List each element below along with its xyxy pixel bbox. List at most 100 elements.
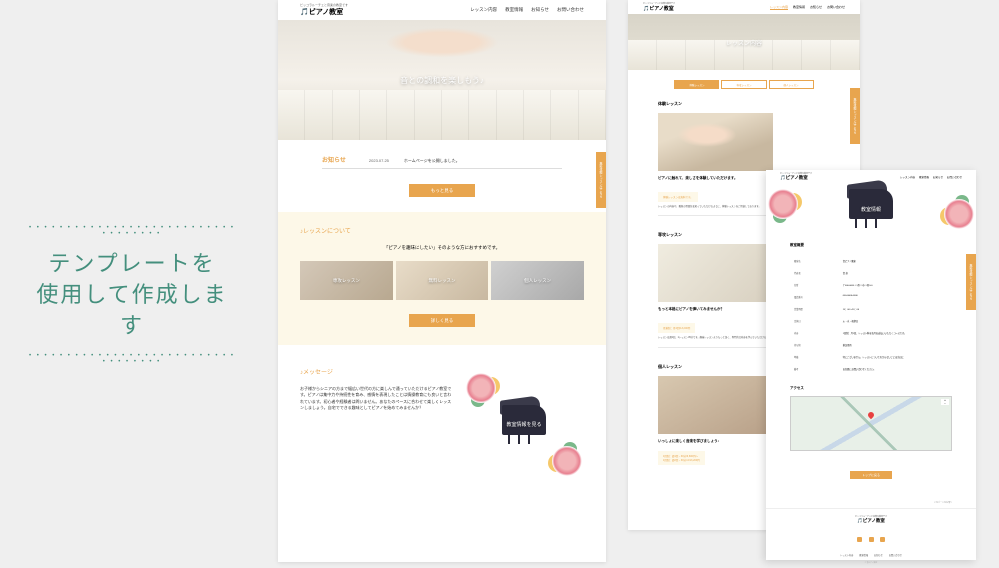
logo-main: 🎵ピアノ教室 <box>780 175 812 181</box>
lesson-card-2[interactable]: 無料レッスン <box>396 261 489 300</box>
news-row[interactable]: お知らせ 2023.07.25 ホームページを公開しました。 <box>322 155 562 169</box>
map-pin-icon <box>867 411 875 419</box>
tab-personal[interactable]: 個人レッスン <box>769 80 814 89</box>
nav-class[interactable]: 教室情報 <box>793 5 805 10</box>
lesson-card-3[interactable]: 個人レッスン <box>491 261 584 300</box>
overview-table: 教室名音ピアノ教室代表者音 奈住所〒000-0000 ○○県○○市○○町0-0電… <box>790 254 952 376</box>
personal-image <box>658 376 773 434</box>
side-cta-tab[interactable]: 無料体験レッスンはこちら <box>850 88 860 144</box>
tab-major[interactable]: 専攻レッスン <box>721 80 766 89</box>
news-label: お知らせ <box>322 155 346 164</box>
back-to-top-button[interactable]: トップに戻る <box>850 471 892 479</box>
personal-fee1: 1回制：週1回・30分/6,600円〜 1回制：週2回・30分×2/13,200… <box>658 451 705 465</box>
template-caption: • • • • • • • • • • • • • • • • • • • • … <box>27 225 237 365</box>
site-logo[interactable]: ピッコラルーチェと音楽の教室です 🎵ピアノ教室 <box>300 3 348 17</box>
access-map[interactable]: +− <box>790 396 952 451</box>
table-row: 内容1回制：月1回、レッスン料を毎月お支払いいただくコースです。 <box>792 328 950 338</box>
footer-nav-item[interactable]: レッスン内容 <box>840 553 853 557</box>
logo-main: 🎵ピアノ教室 <box>766 518 976 524</box>
lesson-title: ♪レッスンについて <box>300 226 584 235</box>
lesson-cards: 専攻レッスン 無料レッスン 個人レッスン <box>300 261 584 300</box>
nav-class[interactable]: 教室情報 <box>505 7 523 13</box>
table-row: 備考お気軽にお問い合わせください。 <box>792 364 950 374</box>
preview-homepage: ピッコラルーチェと音楽の教室です 🎵ピアノ教室 レッスン内容 教室情報 お知らせ… <box>278 0 606 562</box>
nav-contact[interactable]: お問い合わせ <box>947 175 962 179</box>
hero-catchphrase: 音との調和を楽しもう♪ <box>400 75 484 86</box>
hero-image: 音との調和を楽しもう♪ <box>278 20 606 140</box>
nav-lesson[interactable]: レッスン内容 <box>470 7 497 13</box>
apply-row: トップに戻る <box>790 463 952 481</box>
table-row: 営業時間10：00〜20：00 <box>792 304 950 314</box>
section-title: 体験レッスン <box>658 101 830 107</box>
table-row: 電話番号000-0000-0000 <box>792 292 950 302</box>
table-row: 準備特にございません。レッスンについてわからないことは当日に <box>792 352 950 362</box>
news-more-button[interactable]: もっと見る <box>409 184 476 197</box>
lesson-card-1[interactable]: 専攻レッスン <box>300 261 393 300</box>
side-cta-tab[interactable]: 無料体験レッスンはこちら <box>966 254 976 310</box>
nav-contact[interactable]: お問い合わせ <box>827 5 845 10</box>
social-icon[interactable] <box>869 537 874 542</box>
major-fee: 月謝制：月4回/13,200円 <box>658 323 695 333</box>
tab-trial[interactable]: 体験レッスン <box>674 80 719 89</box>
lesson-section: ♪レッスンについて 「ピアノを趣味にしたい」そのような方におすすめです。 専攻レ… <box>278 212 606 345</box>
message-section: ♪メッセージ お子様からシニアの方まで幅広い世代の方に楽しんで通っていただけるピ… <box>278 345 606 504</box>
news-date: 2023.07.25 <box>369 158 389 163</box>
message-text-col: ♪メッセージ お子様からシニアの方まで幅広い世代の方に楽しんで通っていただけるピ… <box>300 367 454 412</box>
header: ピッコラルーチェと音楽の教室です 🎵ピアノ教室 レッスン内容 教室情報 お知らせ… <box>628 0 860 14</box>
access-title: アクセス <box>790 386 952 391</box>
footer-nav-item[interactable]: お問い合わせ <box>889 553 902 557</box>
lesson-tabs: 体験レッスン 専攻レッスン 個人レッスン <box>628 70 860 95</box>
caption-line1: テンプレートを <box>27 249 237 280</box>
table-row: 持ち物筆記用具 <box>792 340 950 350</box>
side-cta-tab[interactable]: 無料体験レッスンはこちら <box>596 152 606 208</box>
footer-logo: ピッコラルーチェと音楽の教室です 🎵ピアノ教室 <box>766 509 976 527</box>
table-row: 代表者音 奈 <box>792 268 950 278</box>
lesson-detail-button[interactable]: 詳しく見る <box>409 314 476 327</box>
footer-nav: レッスン内容 教室情報 お知らせ お問い合わせ <box>766 549 976 561</box>
copyright: © 音ピアノ教室 <box>766 561 976 568</box>
main-nav: レッスン内容 教室情報 お知らせ お問い合わせ <box>470 7 584 13</box>
news-text: ホームページを公開しました。 <box>404 158 460 164</box>
footer-nav-item[interactable]: 教室情報 <box>859 553 868 557</box>
nav-contact[interactable]: お問い合わせ <box>557 7 584 13</box>
hero-image: レッスン内容 <box>628 14 860 70</box>
overview-title: 教室概要 <box>790 243 952 248</box>
news-section: お知らせ 2023.07.25 ホームページを公開しました。 もっと見る <box>278 140 606 212</box>
social-icons <box>766 527 976 549</box>
logo-main: 🎵ピアノ教室 <box>643 5 675 12</box>
social-icon[interactable] <box>857 537 862 542</box>
message-image-overlay: 教室情報を見る <box>506 421 541 428</box>
nav-lesson[interactable]: レッスン内容 <box>770 5 788 10</box>
major-image <box>658 244 773 302</box>
header: ピッコラルーチェと音楽の教室です 🎵ピアノ教室 レッスン内容 教室情報 お知らせ… <box>278 0 606 20</box>
nav-news[interactable]: お知らせ <box>531 7 549 13</box>
page-top-link[interactable]: このページの先頭へ <box>766 501 976 509</box>
piano-hands-graphic <box>376 25 507 60</box>
nav-news[interactable]: お知らせ <box>810 5 822 10</box>
nav-lesson[interactable]: レッスン内容 <box>900 175 915 179</box>
caption-line2: 使用して作成します <box>27 280 237 342</box>
logo-main: 🎵ピアノ教室 <box>300 7 348 17</box>
page-title: 教室情報 <box>861 206 881 213</box>
dot-border-bottom: • • • • • • • • • • • • • • • • • • • • … <box>27 353 237 365</box>
footer-nav-item[interactable]: お知らせ <box>874 553 883 557</box>
note-icon: 🎵 <box>300 9 309 16</box>
classroom-body: 教室概要 教室名音ピアノ教室代表者音 奈住所〒000-0000 ○○県○○市○○… <box>766 235 976 501</box>
nav-news[interactable]: お知らせ <box>933 175 943 179</box>
lesson-tagline: 「ピアノを趣味にしたい」そのような方におすすめです。 <box>300 245 584 251</box>
message-image[interactable]: 教室情報を見る <box>464 367 584 482</box>
map-zoom-controls[interactable]: +− <box>941 399 949 405</box>
main-nav: レッスン内容 教室情報 お知らせ お問い合わせ <box>770 5 845 10</box>
main-nav: レッスン内容 教室情報 お知らせ お問い合わせ <box>900 175 962 179</box>
dot-border-top: • • • • • • • • • • • • • • • • • • • • … <box>27 225 237 237</box>
table-row: 教室名音ピアノ教室 <box>792 256 950 266</box>
nav-class[interactable]: 教室情報 <box>919 175 929 179</box>
social-icon[interactable] <box>880 537 885 542</box>
piano-keys-graphic <box>278 90 606 140</box>
hero-image: 教室情報 <box>766 183 976 235</box>
message-title: ♪メッセージ <box>300 367 454 376</box>
site-logo[interactable]: ピッコラルーチェと音楽の教室です 🎵ピアノ教室 <box>643 2 675 12</box>
table-row: 定休日火・水・祝祭日 <box>792 316 950 326</box>
trial-image <box>658 113 773 171</box>
site-logo[interactable]: ピッコラルーチェと音楽の教室です 🎵ピアノ教室 <box>780 172 812 181</box>
